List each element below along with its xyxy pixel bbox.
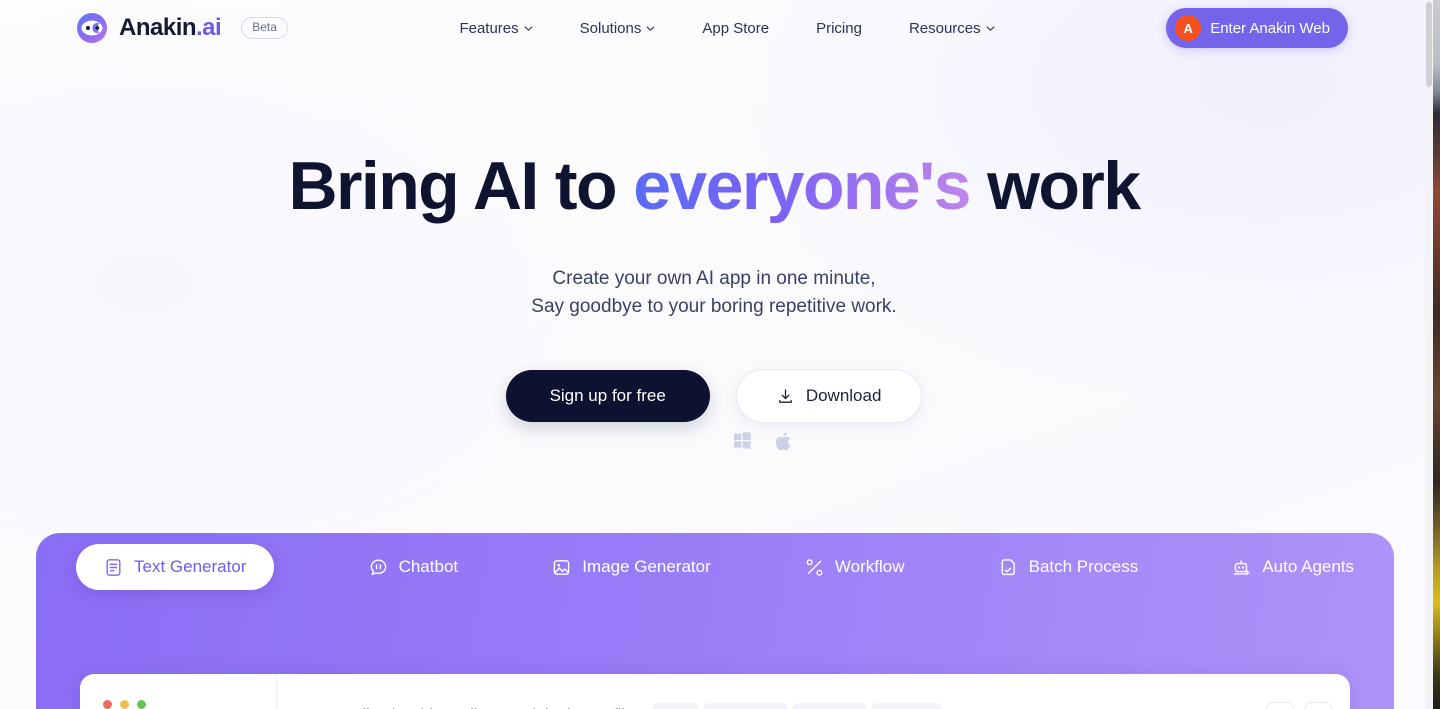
background-image-sliver xyxy=(1433,0,1440,709)
apple-icon[interactable] xyxy=(775,432,791,456)
beta-badge: Beta xyxy=(241,16,288,40)
nav-item-label: Features xyxy=(459,19,519,37)
brand-name-text: Anakin xyxy=(119,14,197,41)
tab-label: Text Generator xyxy=(134,557,247,576)
headline-part-2: work xyxy=(969,148,1141,224)
app-action-buttons: Run Run Batch Integrate Manage xyxy=(651,702,942,709)
image-icon xyxy=(553,559,570,575)
hero-subtitle: Create your own AI app in one minute, Sa… xyxy=(0,265,1428,321)
page-title: Bring AI to everyone's work xyxy=(0,148,1428,224)
document-text-icon xyxy=(106,558,121,576)
nav-links: Features Solutions App Store Pricing Res… xyxy=(459,19,995,37)
hero-subtitle-line-1: Create your own AI app in one minute, xyxy=(552,268,876,290)
chevron-down-icon xyxy=(646,26,655,31)
window-minimize-dot[interactable] xyxy=(120,699,129,709)
anakin-face-logo-icon xyxy=(76,12,108,44)
download-icon xyxy=(778,389,792,403)
headline-part-1: Bring AI to xyxy=(288,148,634,224)
tab-image-generator[interactable]: Image Generator xyxy=(552,544,711,590)
window-controls xyxy=(80,674,277,709)
enter-anakin-web-label: Enter Anakin Web xyxy=(1210,19,1330,37)
nav-item-resources[interactable]: Resources xyxy=(909,20,995,37)
avatar: A xyxy=(1175,15,1202,41)
nav-item-label: Solutions xyxy=(579,19,642,37)
nav-item-label: Resources xyxy=(908,19,981,37)
windows-icon[interactable] xyxy=(733,432,751,456)
app-header: Personalized Cold Email From LinkedIn Pr… xyxy=(277,674,1350,709)
brand-name: Anakin.ai xyxy=(119,14,222,41)
download-button[interactable]: Download xyxy=(735,369,923,424)
tab-chatbot[interactable]: Chatbot xyxy=(369,544,459,590)
robot-icon xyxy=(1233,559,1251,575)
app-header-tools xyxy=(1266,702,1332,709)
run-button[interactable]: Run xyxy=(651,702,699,709)
tab-workflow[interactable]: Workflow xyxy=(805,544,905,590)
headline-accent: everyone's xyxy=(633,148,971,224)
tab-label: Chatbot xyxy=(398,557,459,576)
more-options-button[interactable] xyxy=(1304,702,1332,709)
download-button-label: Download xyxy=(805,386,882,406)
top-navigation-bar: Anakin.ai Beta Features Solutions App St… xyxy=(0,0,1432,56)
batch-check-icon xyxy=(1001,558,1015,575)
tab-text-generator[interactable]: Text Generator xyxy=(76,544,275,590)
run-batch-button[interactable]: Run Batch xyxy=(702,702,788,709)
chevron-down-icon xyxy=(524,26,533,31)
chevron-down-icon xyxy=(986,26,995,31)
window-close-dot[interactable] xyxy=(103,699,112,709)
platform-icons xyxy=(0,432,1428,456)
brand-logo[interactable]: Anakin.ai Beta xyxy=(76,12,288,44)
nav-item-pricing[interactable]: Pricing xyxy=(816,20,862,37)
nav-item-solutions[interactable]: Solutions xyxy=(580,20,656,37)
nav-item-label: App Store xyxy=(702,19,770,37)
tab-auto-agents[interactable]: Auto Agents xyxy=(1232,544,1354,590)
tab-label: Auto Agents xyxy=(1262,557,1355,576)
hero-subtitle-line-2: Say goodbye to your boring repetitive wo… xyxy=(531,296,897,318)
nav-item-label: Pricing xyxy=(816,19,862,37)
hero-buttons: Sign up for free Download xyxy=(0,369,1428,424)
share-button[interactable] xyxy=(1266,702,1294,709)
enter-anakin-web-button[interactable]: A Enter Anakin Web xyxy=(1166,8,1348,48)
page-viewport: Anakin.ai Beta Features Solutions App St… xyxy=(0,0,1440,709)
integrate-button[interactable]: Integrate xyxy=(791,702,867,709)
scrollbar-thumb[interactable] xyxy=(1426,2,1432,87)
scrollbar-track[interactable] xyxy=(1425,0,1433,709)
nav-item-app-store[interactable]: App Store xyxy=(702,20,769,37)
tab-batch-process[interactable]: Batch Process xyxy=(999,544,1139,590)
window-maximize-dot[interactable] xyxy=(137,699,146,709)
chat-bubble-icon xyxy=(370,559,386,575)
app-preview-window: Personalized Cold Email From LinkedIn Pr… xyxy=(80,674,1350,709)
brand-suffix-text: .ai xyxy=(196,14,222,41)
sign-up-button[interactable]: Sign up for free xyxy=(505,370,710,423)
tab-label: Image Generator xyxy=(582,557,711,576)
manage-button[interactable]: Manage xyxy=(870,702,942,709)
nav-item-features[interactable]: Features xyxy=(459,19,533,37)
workflow-nodes-icon xyxy=(806,558,823,576)
feature-tabs: Text Generator Chatbot Image Generator W… xyxy=(36,533,1394,601)
hero-section: Bring AI to everyone's work Create your … xyxy=(0,148,1428,451)
tab-label: Batch Process xyxy=(1028,557,1139,576)
tab-label: Workflow xyxy=(834,557,905,576)
